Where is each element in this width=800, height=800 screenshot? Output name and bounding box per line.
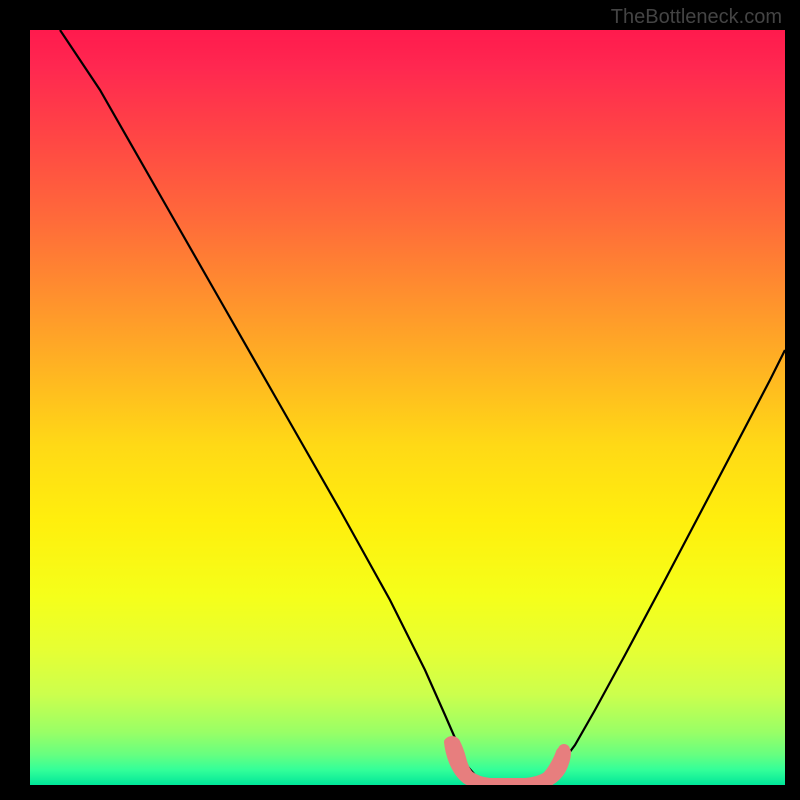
watermark-text: TheBottleneck.com (611, 6, 782, 29)
highlight-region (448, 740, 567, 785)
bottleneck-curve (30, 30, 785, 785)
curve-path (60, 30, 785, 782)
highlight-end-dot (558, 744, 570, 756)
